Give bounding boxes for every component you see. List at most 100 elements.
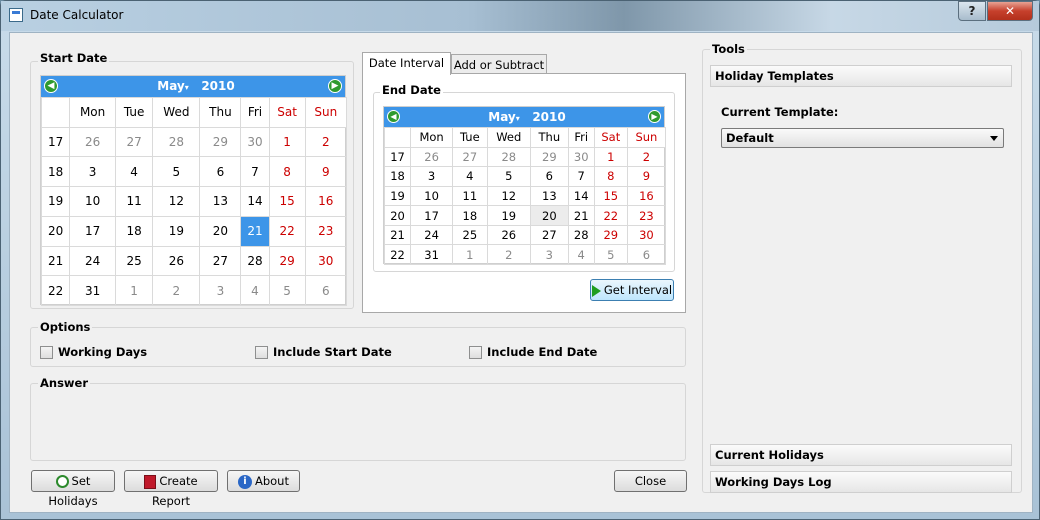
end_date-day-cell[interactable]: 3: [410, 166, 454, 187]
start_date-day-cell[interactable]: 8: [268, 156, 306, 188]
end_date-day-cell[interactable]: 25: [452, 224, 488, 246]
start_date-day-cell[interactable]: 29: [268, 245, 306, 277]
working-days-log-header[interactable]: Working Days Log: [710, 471, 1012, 493]
start_date-day-cell[interactable]: 10: [69, 186, 116, 217]
get-interval-button[interactable]: Get Interval: [590, 279, 674, 301]
end_date-day-cell[interactable]: 7: [567, 166, 595, 187]
start_date-day-cell[interactable]: 24: [69, 245, 116, 277]
end_date-day-cell[interactable]: 2: [626, 146, 667, 168]
end_date-day-cell[interactable]: 18: [452, 205, 488, 226]
end_date-day-cell[interactable]: 8: [593, 166, 628, 187]
start_date-day-cell[interactable]: 26: [152, 245, 201, 277]
end-date-calendar[interactable]: ◀ May▾ 2010 ▶ Mon Tue Wed Thu Fri Sat Sun 17 26 2…: [383, 106, 667, 265]
start_date-day-cell[interactable]: 21: [240, 215, 270, 247]
start_date-day-cell[interactable]: 16: [304, 186, 348, 217]
start_date-day-cell[interactable]: 5: [268, 275, 306, 306]
start_date-day-cell[interactable]: 5: [152, 156, 201, 188]
end_date-day-cell[interactable]: 23: [626, 205, 667, 226]
end_date-day-cell[interactable]: 6: [530, 166, 569, 187]
start_date-day-cell[interactable]: 1: [114, 275, 154, 306]
start_date-day-cell[interactable]: 14: [240, 186, 270, 217]
end_date-day-cell[interactable]: 28: [486, 146, 532, 168]
end_date-day-cell[interactable]: 1: [593, 146, 628, 168]
end_date-day-cell[interactable]: 31: [410, 244, 454, 265]
start_date-day-cell[interactable]: 2: [304, 126, 348, 158]
end_date-day-cell[interactable]: 26: [410, 146, 454, 168]
start-month[interactable]: May: [157, 79, 185, 93]
end-month[interactable]: May: [488, 110, 516, 124]
end_date-day-cell[interactable]: 27: [530, 224, 569, 246]
end_date-day-cell[interactable]: 1: [452, 244, 488, 265]
end_date-day-cell[interactable]: 20: [530, 205, 569, 226]
end-year[interactable]: 2010: [532, 110, 565, 124]
end_date-day-cell[interactable]: 22: [593, 205, 628, 226]
start-date-calendar[interactable]: ◀ May▾ 2010 ▶ Mon Tue Wed Thu Fri Sat Sun 17 26 2…: [40, 75, 348, 306]
end_date-day-cell[interactable]: 5: [593, 244, 628, 265]
start_date-day-cell[interactable]: 29: [199, 126, 242, 158]
end_date-day-cell[interactable]: 30: [567, 146, 595, 168]
end_date-day-cell[interactable]: 11: [452, 185, 488, 207]
end-prev-month-icon[interactable]: ◀: [387, 110, 400, 123]
start_date-day-cell[interactable]: 12: [152, 186, 201, 217]
end_date-day-cell[interactable]: 29: [530, 146, 569, 168]
help-button[interactable]: ?: [958, 1, 986, 21]
start_date-day-cell[interactable]: 23: [304, 215, 348, 247]
start-year[interactable]: 2010: [201, 79, 234, 93]
start_date-day-cell[interactable]: 19: [152, 215, 201, 247]
end_date-day-cell[interactable]: 12: [486, 185, 532, 207]
start_date-day-cell[interactable]: 2: [152, 275, 201, 306]
start_date-day-cell[interactable]: 4: [114, 156, 154, 188]
start_date-day-cell[interactable]: 3: [69, 156, 116, 188]
include-end-date-checkbox[interactable]: [469, 346, 482, 359]
start_date-day-cell[interactable]: 20: [199, 215, 242, 247]
start_date-day-cell[interactable]: 18: [114, 215, 154, 247]
start_date-day-cell[interactable]: 6: [304, 275, 348, 306]
start_date-day-cell[interactable]: 28: [152, 126, 201, 158]
working-days-checkbox[interactable]: [40, 346, 53, 359]
end_date-day-cell[interactable]: 10: [410, 185, 454, 207]
end_date-day-cell[interactable]: 6: [626, 244, 667, 265]
start_date-day-cell[interactable]: 22: [268, 215, 306, 247]
close-button[interactable]: Close: [614, 470, 687, 492]
start_date-day-cell[interactable]: 25: [114, 245, 154, 277]
start_date-day-cell[interactable]: 27: [199, 245, 242, 277]
start_date-day-cell[interactable]: 13: [199, 186, 242, 217]
window-close-button[interactable]: ✕: [987, 1, 1033, 21]
start_date-day-cell[interactable]: 30: [240, 126, 270, 158]
start_date-day-cell[interactable]: 27: [114, 126, 154, 158]
start_date-day-cell[interactable]: 6: [199, 156, 242, 188]
end_date-day-cell[interactable]: 29: [593, 224, 628, 246]
start_date-day-cell[interactable]: 3: [199, 275, 242, 306]
end_date-day-cell[interactable]: 3: [530, 244, 569, 265]
end_date-day-cell[interactable]: 19: [486, 205, 532, 226]
end_date-day-cell[interactable]: 27: [452, 146, 488, 168]
end_date-day-cell[interactable]: 28: [567, 224, 595, 246]
start_date-day-cell[interactable]: 26: [69, 126, 116, 158]
include-start-date-checkbox[interactable]: [255, 346, 268, 359]
end_date-day-cell[interactable]: 16: [626, 185, 667, 207]
start_date-day-cell[interactable]: 7: [240, 156, 270, 188]
start_date-day-cell[interactable]: 28: [240, 245, 270, 277]
working-days-label[interactable]: Working Days: [58, 345, 147, 359]
title-bar[interactable]: Date Calculator ? ✕: [1, 1, 1039, 31]
end_date-day-cell[interactable]: 9: [626, 166, 667, 187]
start_date-day-cell[interactable]: 31: [69, 275, 116, 306]
start_date-day-cell[interactable]: 15: [268, 186, 306, 217]
end_date-day-cell[interactable]: 4: [567, 244, 595, 265]
start_date-day-cell[interactable]: 1: [268, 126, 306, 158]
start-month-year[interactable]: May▾ 2010: [141, 79, 251, 93]
end_date-day-cell[interactable]: 14: [567, 185, 595, 207]
end_date-day-cell[interactable]: 30: [626, 224, 667, 246]
start_date-day-cell[interactable]: 11: [114, 186, 154, 217]
about-button[interactable]: i About: [227, 470, 300, 492]
end_date-day-cell[interactable]: 2: [486, 244, 532, 265]
end-next-month-icon[interactable]: ▶: [648, 110, 661, 123]
include-end-date-label[interactable]: Include End Date: [487, 345, 597, 359]
end_date-day-cell[interactable]: 21: [567, 205, 595, 226]
next-month-icon[interactable]: ▶: [328, 79, 342, 93]
end_date-day-cell[interactable]: 5: [486, 166, 532, 187]
set-holidays-button[interactable]: Set Holidays: [31, 470, 115, 508]
end_date-day-cell[interactable]: 4: [452, 166, 488, 187]
end-month-year[interactable]: May▾ 2010: [472, 110, 582, 124]
start_date-day-cell[interactable]: 30: [304, 245, 348, 277]
